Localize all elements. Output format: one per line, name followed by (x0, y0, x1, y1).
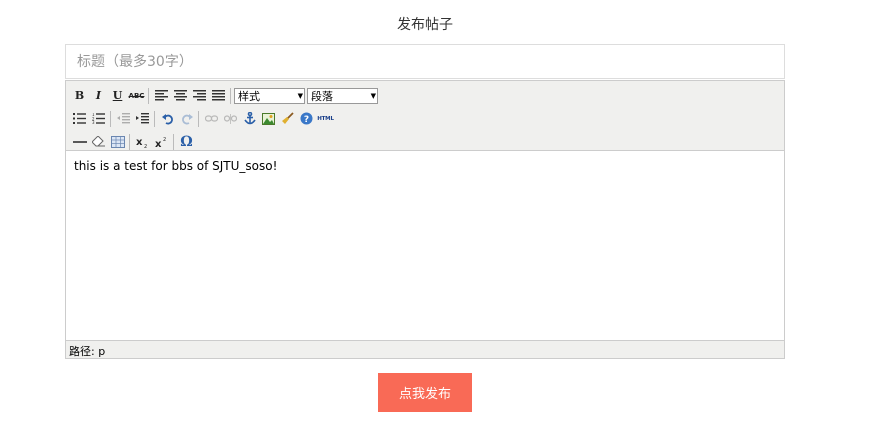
align-right-button[interactable] (190, 86, 209, 105)
redo-button[interactable] (177, 109, 196, 128)
style-select[interactable]: 样式 ▼ (234, 87, 305, 104)
editor-statusbar: 路径: p (66, 340, 784, 358)
remove-format-button[interactable] (89, 132, 108, 151)
align-justify-icon (212, 90, 225, 101)
chevron-down-icon: ▼ (370, 91, 376, 100)
undo-button[interactable] (158, 109, 177, 128)
toolbar-separator (110, 110, 111, 127)
html-icon: HTML (317, 115, 334, 122)
special-character-button[interactable]: Ω (177, 132, 196, 151)
cleanup-button[interactable] (278, 109, 297, 128)
svg-text:2: 2 (163, 137, 166, 143)
format-select-value: 段落 (311, 89, 333, 103)
toolbar-separator (129, 133, 130, 150)
help-button[interactable]: ? (297, 109, 316, 128)
underline-icon: U (112, 89, 123, 102)
broom-icon (282, 112, 294, 124)
unlink-icon (224, 113, 237, 124)
svg-text:x: x (155, 139, 162, 148)
editor-content[interactable]: this is a test for bbs of SJTU_soso! (66, 151, 784, 339)
publish-button[interactable]: 点我发布 (378, 373, 472, 412)
image-icon (262, 112, 275, 125)
outdent-icon (117, 113, 130, 124)
editor-toolbar: B I U ABC 样式 ▼ 段落 ▼ 1 2 3 ? HTML x 2 x 2… (66, 81, 784, 151)
anchor-icon (243, 112, 256, 125)
html-source-button[interactable]: HTML (316, 109, 335, 128)
indent-button[interactable] (133, 109, 152, 128)
svg-text:x: x (136, 137, 143, 148)
align-center-icon (174, 90, 187, 101)
bold-button[interactable]: B (70, 86, 89, 105)
path-value[interactable]: p (98, 345, 105, 358)
toolbar-separator (230, 87, 231, 104)
bullet-list-button[interactable] (70, 109, 89, 128)
link-icon (205, 114, 218, 122)
subscript-button[interactable]: x2 (133, 132, 152, 151)
chevron-down-icon: ▼ (297, 91, 303, 100)
superscript-button[interactable]: x2 (152, 132, 171, 151)
outdent-button[interactable] (114, 109, 133, 128)
align-center-button[interactable] (171, 86, 190, 105)
style-select-value: 样式 (238, 89, 260, 103)
italic-icon: I (95, 89, 102, 102)
strikethrough-icon: ABC (128, 91, 145, 100)
image-button[interactable] (259, 109, 278, 128)
help-icon: ? (300, 112, 313, 125)
svg-text:2: 2 (144, 144, 147, 148)
unlink-button[interactable] (221, 109, 240, 128)
anchor-button[interactable] (240, 109, 259, 128)
format-select[interactable]: 段落 ▼ (307, 87, 378, 104)
subscript-icon: x2 (136, 137, 147, 148)
numbered-list-icon: 123 (92, 113, 105, 124)
toolbar-row-3: x2 x2 Ω (70, 130, 784, 153)
align-left-button[interactable] (152, 86, 171, 105)
toolbar-row-1: B I U ABC 样式 ▼ 段落 ▼ (70, 84, 784, 107)
visual-aid-button[interactable] (108, 132, 127, 151)
omega-icon: Ω (180, 133, 193, 150)
superscript-icon: x2 (155, 137, 166, 148)
align-left-icon (155, 90, 168, 101)
underline-button[interactable]: U (108, 86, 127, 105)
toolbar-separator (173, 133, 174, 150)
path-label: 路径: (69, 345, 95, 358)
redo-icon (181, 113, 193, 124)
align-right-icon (193, 90, 206, 101)
toolbar-row-2: 123 ? HTML (70, 107, 784, 130)
strikethrough-button[interactable]: ABC (127, 86, 146, 105)
undo-icon (161, 113, 173, 124)
bullet-list-icon (73, 113, 86, 124)
bold-icon: B (74, 89, 85, 102)
eraser-icon (92, 136, 105, 147)
toolbar-separator (198, 110, 199, 127)
table-grid-icon (110, 135, 125, 148)
align-justify-button[interactable] (209, 86, 228, 105)
numbered-list-button[interactable]: 123 (89, 109, 108, 128)
link-button[interactable] (202, 109, 221, 128)
horizontal-rule-icon (72, 140, 87, 143)
indent-icon (136, 113, 149, 124)
toolbar-separator (148, 87, 149, 104)
italic-button[interactable]: I (89, 86, 108, 105)
editor-paragraph: this is a test for bbs of SJTU_soso! (74, 159, 278, 173)
title-input[interactable] (65, 44, 785, 79)
svg-text:3: 3 (92, 120, 95, 124)
svg-text:?: ? (304, 115, 309, 125)
horizontal-rule-button[interactable] (70, 132, 89, 151)
toolbar-separator (154, 110, 155, 127)
rich-text-editor: B I U ABC 样式 ▼ 段落 ▼ 1 2 3 ? HTML x 2 x 2… (65, 80, 785, 359)
page-title: 发布帖子 (397, 17, 453, 33)
